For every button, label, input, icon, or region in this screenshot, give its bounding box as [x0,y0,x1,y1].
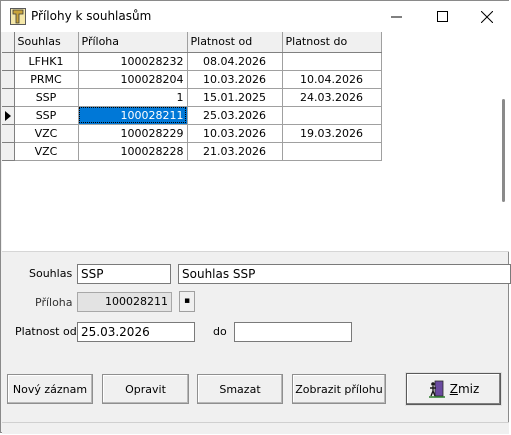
table-row[interactable]: PRMC 100028204 10.03.2026 10.04.2026 [2,70,382,89]
cell-priloha-selected[interactable]: 100028211 [78,106,188,125]
cell-platnost-do[interactable] [282,142,382,161]
cell-souhlas[interactable]: SSP [14,106,79,125]
table-row-selected[interactable]: SSP 100028211 25.03.2026 [2,106,382,125]
table-row[interactable]: VZC 100028229 10.03.2026 19.03.2026 [2,124,382,143]
ellipsis-icon: ▪ [183,296,191,306]
priloha-lookup-button[interactable]: ▪ [179,291,195,312]
maximize-icon [436,11,448,22]
cell-platnost-do[interactable]: 19.03.2026 [282,124,382,143]
show-attachment-label: Zobrazit přílohu [295,382,383,396]
cell-platnost-od[interactable]: 15.01.2025 [187,88,283,107]
minimize-icon [390,16,402,18]
cell-souhlas[interactable]: PRMC [14,70,79,89]
row-indicator[interactable] [2,124,15,143]
priloha-label: Příloha [35,296,73,309]
close-icon [481,10,493,23]
table-header-row: Souhlas Příloha Platnost od Platnost do [2,32,382,53]
delete-button[interactable]: Smazat [197,374,283,404]
cell-priloha[interactable]: 100028204 [78,70,188,89]
cell-souhlas[interactable]: LFHK1 [14,52,79,71]
cell-platnost-do[interactable]: 10.04.2026 [282,70,382,89]
cell-priloha[interactable]: 100028232 [78,52,188,71]
close-window-button[interactable] [464,1,510,32]
cell-platnost-od[interactable]: 21.03.2026 [187,142,283,161]
exit-door-icon [428,380,445,398]
row-indicator[interactable] [2,88,15,107]
attachments-table: Souhlas Příloha Platnost od Platnost do … [2,32,382,161]
close-dialog-button[interactable]: Zmiz [406,373,501,405]
window-title: Přílohy k souhlasům [31,9,152,23]
dialog-window: Přílohy k souhlasům Souhlas Příloha Plat… [0,0,511,434]
vertical-scrollbar[interactable] [499,32,509,251]
cell-priloha[interactable]: 1 [78,88,188,107]
souhlas-name-field[interactable]: Souhlas SSP [178,264,511,284]
column-header-platnost-do[interactable]: Platnost do [282,32,382,53]
cell-platnost-od[interactable]: 10.03.2026 [187,70,283,89]
priloha-field: 100028211 [77,292,172,312]
scrollbar-thumb[interactable] [502,99,505,202]
edit-label: Opravit [125,382,166,396]
column-header-souhlas[interactable]: Souhlas [14,32,79,53]
cell-platnost-od[interactable]: 25.03.2026 [187,106,283,125]
attachments-grid[interactable]: Souhlas Příloha Platnost od Platnost do … [2,32,509,252]
cell-souhlas[interactable]: VZC [14,124,79,143]
new-record-label: Nový záznam [12,382,88,396]
table-row[interactable]: VZC 100028228 21.03.2026 [2,142,382,161]
edit-button[interactable]: Opravit [102,374,189,404]
souhlas-label: Souhlas [29,267,73,280]
close-dialog-label: Zmiz [449,382,480,396]
title-bar: Přílohy k souhlasům [1,1,510,32]
show-attachment-button[interactable]: Zobrazit přílohu [292,374,386,404]
platnost-od-field[interactable]: 25.03.2026 [77,322,195,342]
status-bar [2,422,509,434]
cell-platnost-od[interactable]: 08.04.2026 [187,52,283,71]
column-header-platnost-od[interactable]: Platnost od [187,32,283,53]
row-indicator-header [2,32,15,53]
cell-priloha[interactable]: 100028228 [78,142,188,161]
delete-label: Smazat [219,382,261,396]
minimize-button[interactable] [373,1,419,32]
cell-souhlas[interactable]: VZC [14,142,79,161]
current-row-arrow-icon [5,110,11,121]
table-row[interactable]: SSP 1 15.01.2025 24.03.2026 [2,88,382,107]
platnost-do-field[interactable] [234,322,352,342]
cell-platnost-od[interactable]: 10.03.2026 [187,124,283,143]
row-indicator[interactable] [2,142,15,161]
column-header-priloha[interactable]: Příloha [78,32,188,53]
app-icon [10,8,26,25]
souhlas-code-field[interactable]: SSP [77,264,171,284]
row-indicator-current[interactable] [2,106,15,125]
cell-platnost-do[interactable]: 24.03.2026 [282,88,382,107]
cell-platnost-do[interactable] [282,106,382,125]
cell-souhlas[interactable]: SSP [14,88,79,107]
row-indicator[interactable] [2,70,15,89]
cell-platnost-do[interactable] [282,52,382,71]
platnost-do-label: do [213,325,227,338]
table-row[interactable]: LFHK1 100028232 08.04.2026 [2,52,382,71]
maximize-button[interactable] [419,1,465,32]
new-record-button[interactable]: Nový záznam [7,374,93,404]
cell-priloha[interactable]: 100028229 [78,124,188,143]
platnost-od-label: Platnost od [15,325,77,338]
row-indicator[interactable] [2,52,15,71]
